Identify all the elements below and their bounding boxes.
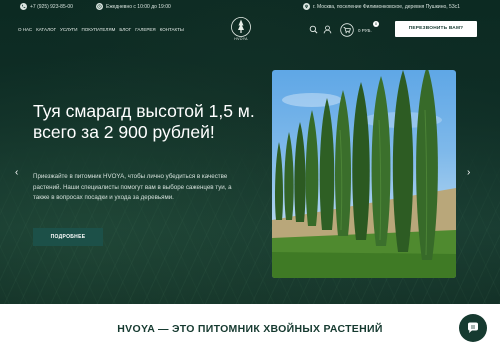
nav-item-contacts[interactable]: КОНТАКТЫ: [160, 27, 184, 32]
cart-count-badge: 0: [373, 21, 379, 27]
hours-text: Ежедневно с 10:00 до 19:00: [106, 3, 171, 10]
nav-item-gallery[interactable]: ГАЛЕРЕЯ: [135, 27, 155, 32]
section-title: HVOYA — ЭТО ПИТОМНИК ХВОЙНЫХ РАСТЕНИЙ: [117, 323, 383, 335]
main-nav: О НАС КАТАЛОГ УСЛУГИ ПОКУПАТЕЛЯМ БЛОГ ГА…: [18, 27, 184, 32]
logo-text: HVOYA: [234, 37, 248, 41]
cart-sum[interactable]: 0 РУБ.: [358, 28, 372, 33]
more-button[interactable]: ПОДРОБНЕЕ: [33, 228, 103, 246]
address: г. Москва, поселение Филимонковское, дер…: [303, 3, 460, 10]
address-text: г. Москва, поселение Филимонковское, дер…: [313, 3, 460, 10]
search-icon[interactable]: [309, 25, 318, 34]
slider-next-arrow[interactable]: ›: [467, 168, 475, 178]
nav-item-blog[interactable]: БЛОГ: [119, 27, 131, 32]
working-hours: Ежедневно с 10:00 до 19:00: [96, 3, 171, 10]
map-pin-icon: [303, 3, 310, 10]
chat-button[interactable]: [459, 314, 487, 342]
nav-item-services[interactable]: УСЛУГИ: [60, 27, 77, 32]
nav-item-about[interactable]: О НАС: [18, 27, 32, 32]
phone-link[interactable]: +7 (925) 923-85-00: [20, 3, 73, 10]
nav-item-catalog[interactable]: КАТАЛОГ: [36, 27, 56, 32]
clock-icon: [96, 3, 103, 10]
nav-item-customers[interactable]: ПОКУПАТЕЛЯМ: [81, 27, 115, 32]
callback-button[interactable]: ПЕРЕЗВОНИТЬ ВАМ?: [395, 21, 477, 37]
thuja-trees-image: [272, 70, 456, 278]
top-bar: +7 (925) 923-85-00 Ежедневно с 10:00 до …: [0, 0, 500, 14]
phone-icon: [20, 3, 27, 10]
chat-icon: [468, 322, 478, 333]
hero-photo: [272, 70, 456, 278]
user-icon[interactable]: [323, 25, 332, 34]
hero-headline: Туя смарагд высотой 1,5 м. всего за 2 90…: [33, 101, 255, 142]
slider-prev-arrow[interactable]: ‹: [15, 168, 23, 178]
phone-number[interactable]: +7 (925) 923-85-00: [30, 4, 73, 10]
site: +7 (925) 923-85-00 Ежедневно с 10:00 до …: [0, 0, 500, 348]
hero-banner: +7 (925) 923-85-00 Ежедневно с 10:00 до …: [0, 0, 500, 304]
hero-description: Приезжайте в питомник HVOYA, чтобы лично…: [33, 173, 232, 201]
cart-icon[interactable]: [340, 23, 354, 37]
